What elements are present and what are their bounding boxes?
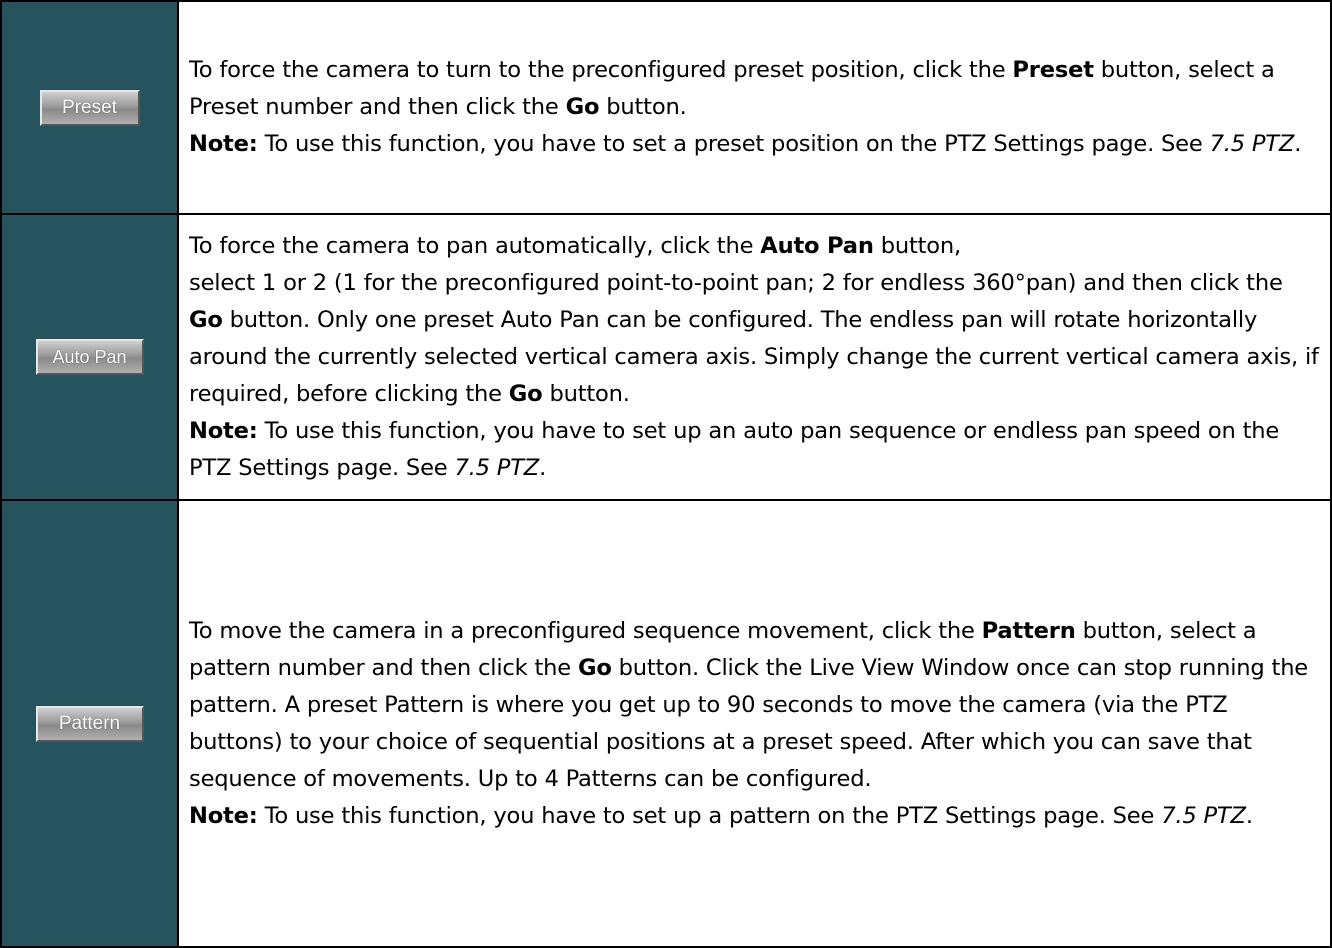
description-text: select 1 or 2 (1 for the preconfigured p… [189, 269, 1283, 296]
note-text: To use this function, you have to set up… [257, 802, 1162, 829]
bold-term: Pattern [981, 617, 1076, 644]
icon-cell: Pattern [0, 499, 179, 948]
description-cell: To force the camera to turn to the preco… [177, 0, 1332, 215]
section-reference: 7.5 PTZ [454, 454, 540, 481]
description-text: button. Only one preset Auto Pan can be … [189, 306, 1319, 407]
ptz-functions-table: Preset To force the camera to turn to th… [0, 0, 1332, 948]
auto-pan-button[interactable]: Auto Pan [35, 339, 144, 375]
description-cell: To move the camera in a preconfigured se… [177, 499, 1332, 948]
note-end: . [1294, 131, 1302, 157]
note-label: Note: [189, 417, 258, 444]
description-text: To force the camera to pan automatically… [189, 232, 761, 259]
table-row-pattern: Pattern To move the camera in a preconfi… [0, 499, 1332, 948]
description-text: button, [873, 232, 962, 259]
table-row-auto-pan: Auto Pan To force the camera to pan auto… [0, 213, 1332, 501]
note-text: To use this function, you have to set a … [257, 131, 1210, 157]
description-text: button. [599, 94, 687, 120]
section-reference: 7.5 PTZ [1161, 802, 1246, 829]
note-text: To use this function, you have to set up… [189, 417, 1280, 481]
preset-button[interactable]: Preset [39, 89, 140, 126]
description-text: button. [542, 380, 630, 407]
bold-term: Preset [1012, 57, 1094, 83]
bold-term: Go [577, 654, 612, 681]
description-text: To move the camera in a preconfigured se… [189, 617, 982, 644]
table-row-preset: Preset To force the camera to turn to th… [0, 0, 1332, 215]
bold-term: Auto Pan [760, 232, 874, 259]
description-cell: To force the camera to pan automatically… [177, 213, 1332, 501]
note-end: . [539, 454, 547, 481]
description-text: To force the camera to turn to the preco… [189, 57, 1013, 83]
pattern-button[interactable]: Pattern [35, 705, 144, 742]
bold-term: Go [508, 380, 543, 407]
bold-term: Go [565, 94, 600, 120]
note-label: Note: [189, 131, 258, 157]
section-reference: 7.5 PTZ [1209, 131, 1295, 157]
note-end: . [1245, 802, 1253, 829]
icon-cell: Auto Pan [0, 213, 179, 501]
note-label: Note: [189, 802, 258, 829]
icon-cell: Preset [0, 0, 179, 215]
bold-term: Go [189, 306, 223, 333]
